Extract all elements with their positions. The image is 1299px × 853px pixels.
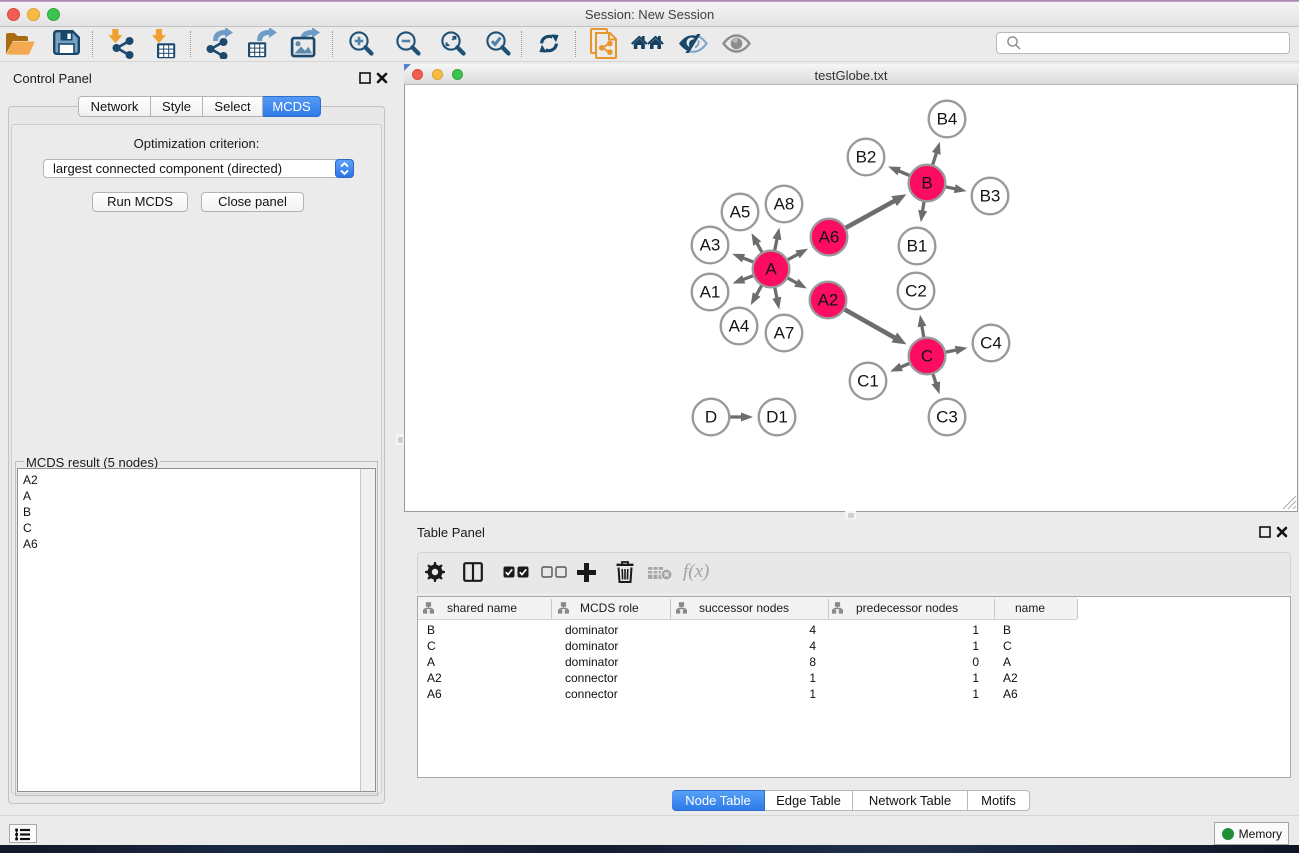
svg-text:C3: C3 xyxy=(936,408,958,427)
svg-text:B1: B1 xyxy=(907,237,928,256)
svg-text:A8: A8 xyxy=(774,195,795,214)
svg-text:B2: B2 xyxy=(856,148,877,167)
svg-text:A3: A3 xyxy=(700,236,721,255)
svg-text:A2: A2 xyxy=(818,291,839,310)
svg-text:C2: C2 xyxy=(905,282,927,301)
svg-text:A4: A4 xyxy=(729,317,750,336)
svg-text:B3: B3 xyxy=(980,187,1001,206)
svg-text:A5: A5 xyxy=(730,203,751,222)
svg-text:C4: C4 xyxy=(980,334,1002,353)
svg-text:B4: B4 xyxy=(937,110,958,129)
svg-text:A: A xyxy=(765,260,777,279)
svg-text:C1: C1 xyxy=(857,372,879,391)
svg-text:A7: A7 xyxy=(774,324,795,343)
svg-text:A1: A1 xyxy=(700,283,721,302)
svg-text:D1: D1 xyxy=(766,408,788,427)
svg-text:C: C xyxy=(921,347,933,366)
svg-text:B: B xyxy=(921,174,932,193)
svg-text:A6: A6 xyxy=(819,228,840,247)
svg-text:D: D xyxy=(705,408,717,427)
